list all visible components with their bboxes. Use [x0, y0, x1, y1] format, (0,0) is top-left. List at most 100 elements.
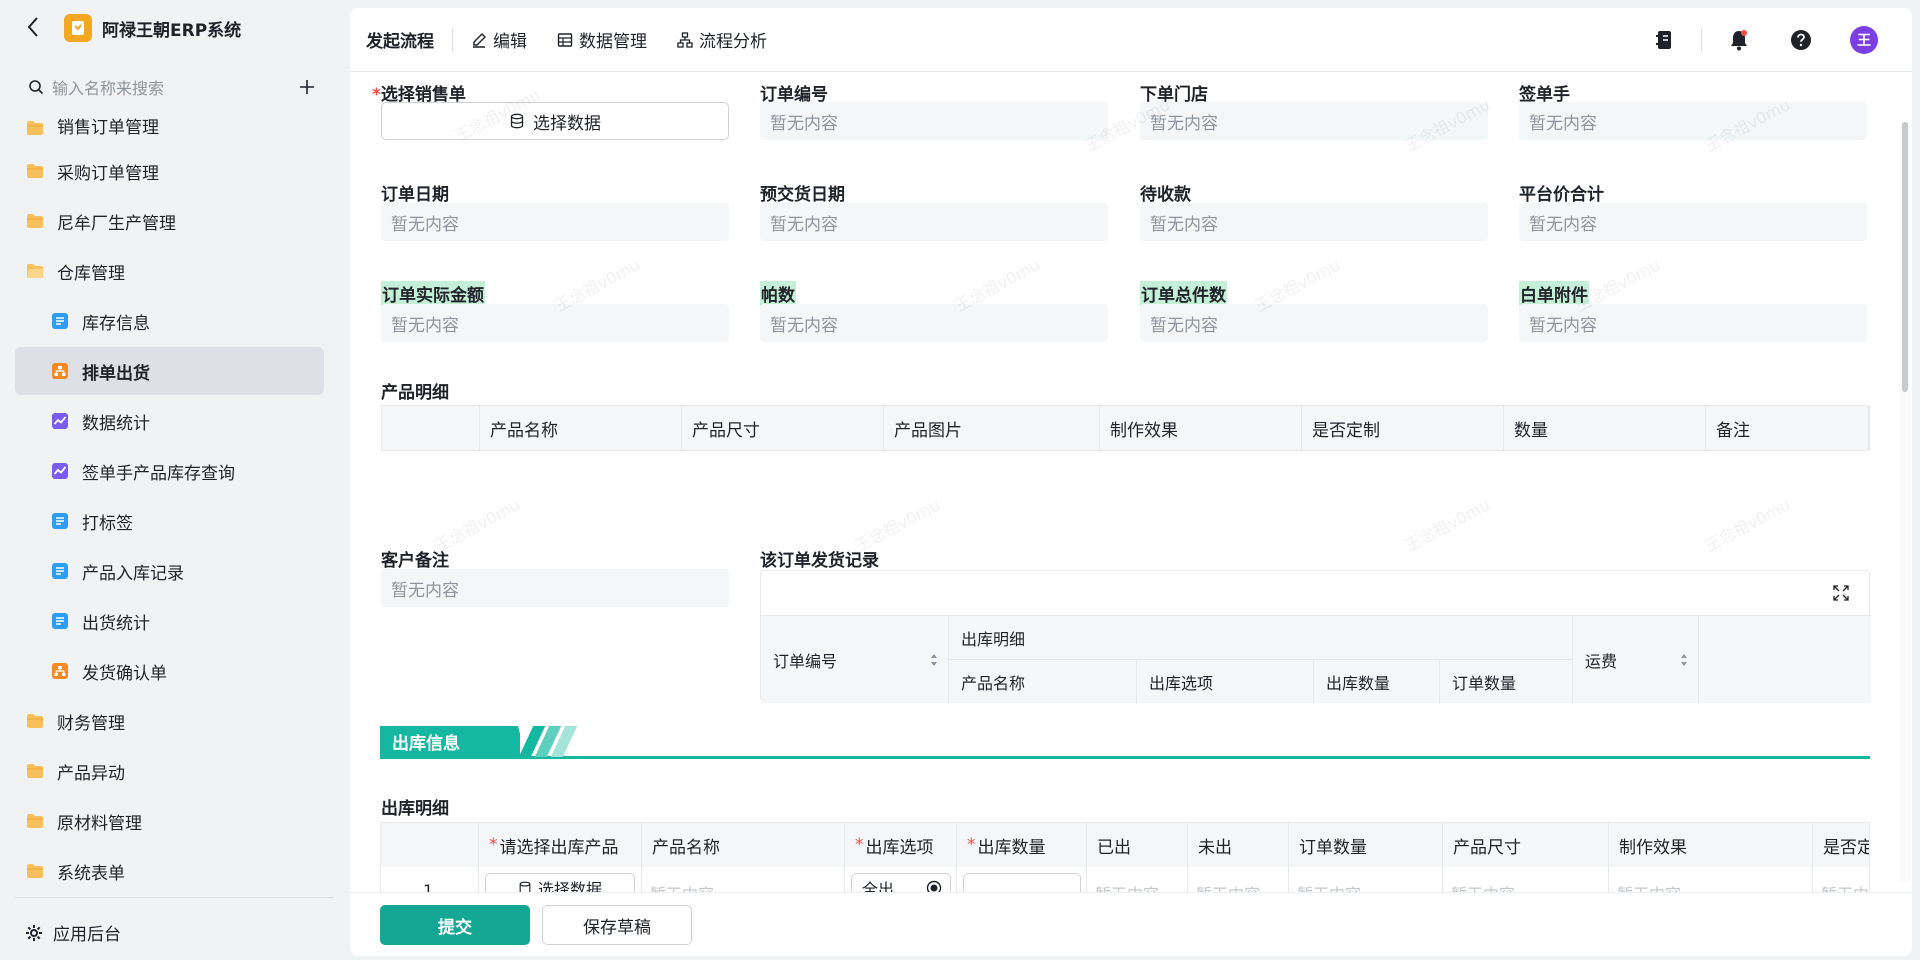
tab-start-flow[interactable]: 发起流程 [366, 8, 434, 72]
sidebar-item-1[interactable]: 销售订单管理 [15, 108, 324, 138]
notebook-icon[interactable] [1651, 27, 1677, 53]
form-icon [50, 611, 70, 631]
sort-icon[interactable] [1680, 653, 1688, 667]
ship-col-product-name: 产品名称 [949, 660, 1137, 704]
row-product-size: 暂无内容 [1443, 867, 1609, 892]
product-col-header: 制作效果 [1100, 406, 1302, 450]
out-col-header: 是否定 [1813, 823, 1869, 867]
sidebar-item-8[interactable]: 签单手产品库存查询 [15, 447, 324, 495]
receivable-field: 暂无内容 [1140, 203, 1488, 241]
out-col-header: 制作效果 [1609, 823, 1813, 867]
row-product-name: 暂无内容 [642, 867, 845, 892]
ship-col-order-no[interactable]: 订单编号 [761, 616, 949, 704]
sidebar-item-5[interactable]: 库存信息 [15, 297, 324, 345]
section-out-info: 出库信息 [380, 726, 1870, 760]
product-col-header: 是否定制 [1302, 406, 1504, 450]
sidebar-item-label: 打标签 [82, 513, 133, 534]
folder-icon [25, 211, 45, 231]
sidebar-item-3[interactable]: 尼牟厂生产管理 [15, 197, 324, 245]
sort-icon[interactable] [930, 653, 938, 667]
store-field: 暂无内容 [1140, 102, 1488, 140]
bell-icon[interactable] [1726, 27, 1752, 53]
tab-edit[interactable]: 编辑 [471, 8, 527, 72]
product-col-header: 产品尺寸 [682, 406, 884, 450]
ship-col-out-detail: 出库明细 [949, 616, 1573, 660]
app-logo [64, 14, 92, 42]
add-icon[interactable] [296, 76, 318, 98]
app-header: 阿禄王朝ERP系统 [0, 0, 350, 56]
out-detail-label: 出库明细 [381, 799, 449, 819]
sidebar-item-label: 签单手产品库存查询 [82, 463, 235, 484]
sidebar-item-label: 原材料管理 [57, 813, 142, 834]
user-avatar[interactable]: 王 [1850, 26, 1878, 54]
row-out-qty-input[interactable] [963, 873, 1081, 892]
customer-note-label: 客户备注 [381, 551, 449, 571]
out-col-header: * 请选择出库产品 [479, 823, 642, 867]
row-index: 1 [381, 867, 479, 892]
folder-icon [25, 761, 45, 781]
report-icon [50, 411, 70, 431]
ship-col-order-qty: 订单数量 [1440, 660, 1573, 704]
order-date-label: 订单日期 [381, 185, 449, 205]
help-icon[interactable] [1788, 27, 1814, 53]
sidebar-search[interactable]: 输入名称来搜索 [28, 72, 318, 102]
product-col-header: 备注 [1706, 406, 1869, 450]
frames-label: 帕数 [760, 281, 796, 306]
save-draft-button[interactable]: 保存草稿 [542, 905, 692, 945]
sidebar-item-7[interactable]: 数据统计 [15, 397, 324, 445]
app-title: 阿禄王朝ERP系统 [102, 21, 242, 41]
org-chart-icon [677, 31, 693, 48]
delivery-date-field: 暂无内容 [760, 203, 1108, 241]
submit-button[interactable]: 提交 [380, 905, 530, 945]
sidebar-item-12[interactable]: 发货确认单 [15, 647, 324, 695]
sidebar-item-9[interactable]: 打标签 [15, 497, 324, 545]
sidebar-item-10[interactable]: 产品入库记录 [15, 547, 324, 595]
search-input[interactable]: 输入名称来搜索 [52, 75, 296, 99]
back-icon[interactable] [22, 14, 44, 40]
sidebar-item-14[interactable]: 产品异动 [15, 747, 324, 795]
sidebar-item-13[interactable]: 财务管理 [15, 697, 324, 745]
sidebar-item-4[interactable]: 仓库管理 [15, 247, 324, 295]
tab-data-management[interactable]: 数据管理 [557, 8, 647, 72]
sidebar-item-2[interactable]: 采购订单管理 [15, 147, 324, 195]
row-unshipped: 暂无内容 [1188, 867, 1289, 892]
folder-icon [25, 711, 45, 731]
sidebar-item-6[interactable]: 排单出货 [15, 347, 324, 395]
out-col-header: 未出 [1188, 823, 1289, 867]
out-detail-table: * 请选择出库产品 产品名称 * 出库选项 * 出库数量 已出 未出 订单数量 产品尺寸 制作效… [380, 822, 1870, 892]
product-col-header: 数量 [1504, 406, 1706, 450]
folder-icon [25, 161, 45, 181]
sidebar-item-label: 出货统计 [82, 613, 150, 634]
row-select-data-button[interactable]: 选择数据 [485, 873, 635, 892]
expand-icon[interactable] [1833, 585, 1849, 606]
total-pieces-label: 订单总件数 [1140, 281, 1227, 306]
order-no-field: 暂无内容 [760, 102, 1108, 140]
out-col-header: * 出库数量 [957, 823, 1087, 867]
form-content: *选择销售单 选择数据 订单编号 暂无内容 下单门店 暂无内容 签单手 暂无内容… [350, 72, 1895, 892]
sidebar-item-16[interactable]: 系统表单 [15, 847, 324, 895]
actual-amount-field: 暂无内容 [381, 304, 729, 342]
out-col-header: 产品名称 [642, 823, 845, 867]
table-icon [557, 32, 573, 47]
customer-note-field: 暂无内容 [381, 569, 729, 607]
ship-col-freight[interactable]: 运费 [1573, 616, 1699, 704]
row-custom: 暂无内容 [1813, 867, 1869, 892]
database-icon [519, 881, 531, 892]
flow-icon [50, 661, 70, 681]
select-data-button[interactable]: 选择数据 [381, 102, 729, 140]
tab-flow-analysis[interactable]: 流程分析 [677, 8, 767, 72]
sidebar-item-11[interactable]: 出货统计 [15, 597, 324, 645]
main-panel: 发起流程 编辑 数据管理 流程分析 王 *选择销售单 选择数据 订单编号 暂无内… [350, 8, 1912, 956]
product-col-index [382, 406, 480, 450]
signer-field: 暂无内容 [1519, 102, 1867, 140]
ship-records-label: 该订单发货记录 [760, 551, 879, 571]
row-shipped: 暂无内容 [1087, 867, 1188, 892]
vertical-scrollbar[interactable] [1900, 122, 1910, 882]
row-out-option-select[interactable]: 全出 [851, 873, 951, 892]
receivable-label: 待收款 [1140, 185, 1191, 205]
sidebar-item-label: 尼牟厂生产管理 [57, 213, 176, 234]
sidebar-item-15[interactable]: 原材料管理 [15, 797, 324, 845]
top-toolbar: 发起流程 编辑 数据管理 流程分析 王 [350, 8, 1912, 72]
folder-icon [25, 811, 45, 831]
app-admin-link[interactable]: 应用后台 [25, 920, 121, 945]
